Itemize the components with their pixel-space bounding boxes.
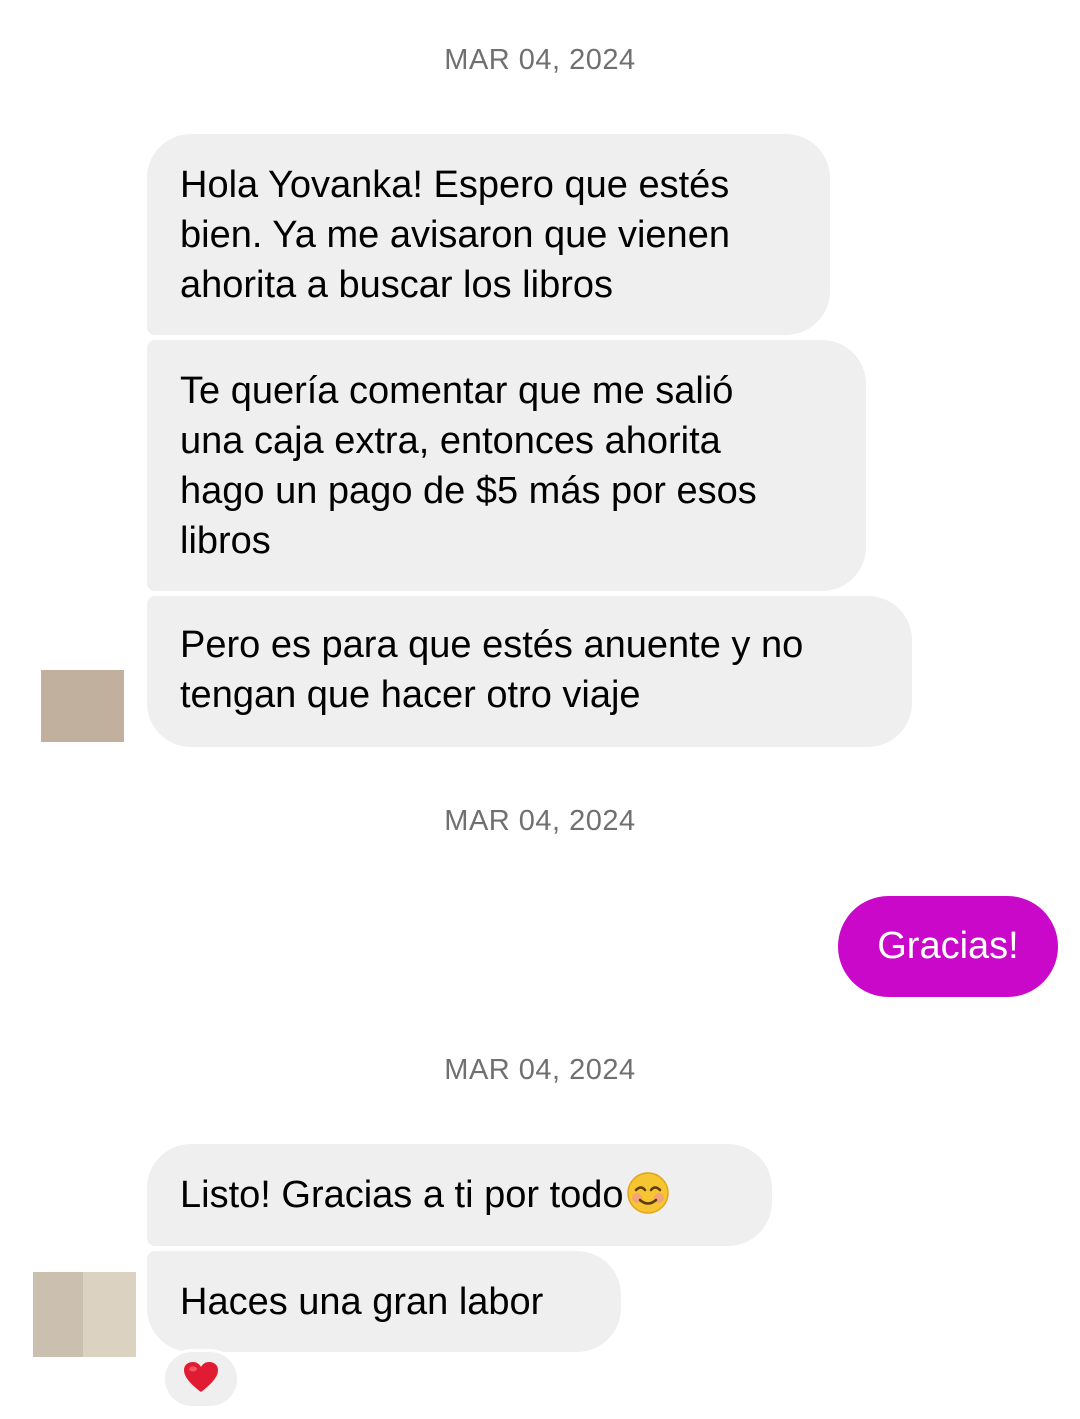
received-message[interactable]: Haces una gran labor (147, 1251, 621, 1352)
sent-message[interactable]: Gracias! (838, 896, 1058, 997)
sender-avatar[interactable] (33, 1272, 136, 1357)
message-text: Listo! Gracias a ti por todo (180, 1174, 624, 1216)
heart-icon (183, 1361, 219, 1398)
message-text: Pero es para que estés anuente y no teng… (180, 624, 804, 716)
smiling-face-icon (626, 1171, 670, 1215)
message-reaction[interactable] (162, 1349, 240, 1409)
message-text: Hola Yovanka! Espero que estés bien. Ya … (180, 164, 730, 306)
received-message[interactable]: Listo! Gracias a ti por todo (147, 1144, 772, 1246)
message-text: Haces una gran labor (180, 1281, 544, 1323)
message-text: Te quería comentar que me salió una caja… (180, 370, 757, 562)
date-separator: MAR 04, 2024 (444, 1054, 636, 1086)
message-text: Gracias! (877, 925, 1019, 967)
date-separator: MAR 04, 2024 (444, 805, 636, 837)
sender-avatar[interactable] (41, 670, 124, 742)
received-message[interactable]: Pero es para que estés anuente y no teng… (147, 596, 912, 747)
received-message[interactable]: Hola Yovanka! Espero que estés bien. Ya … (147, 134, 830, 335)
received-message[interactable]: Te quería comentar que me salió una caja… (147, 340, 866, 591)
date-separator: MAR 04, 2024 (444, 44, 636, 76)
